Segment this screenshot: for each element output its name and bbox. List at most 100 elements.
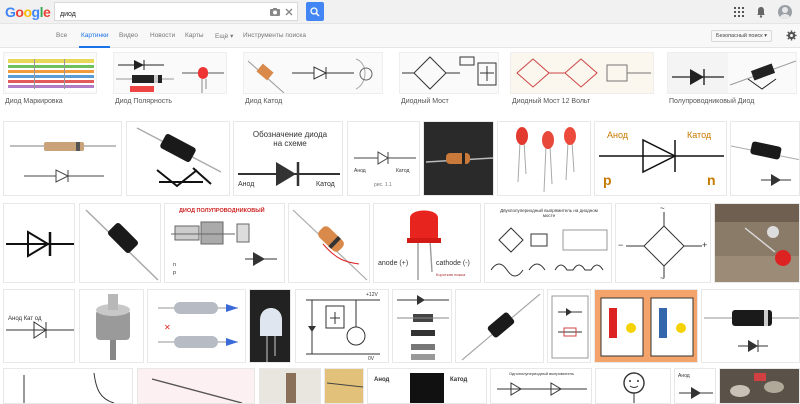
camera-icon[interactable] (269, 6, 281, 18)
logo-letter-g: G (5, 4, 16, 20)
thumb-caption: Короткая ножка (436, 272, 466, 277)
image-result[interactable] (324, 368, 364, 404)
ac-symbol: ~ (660, 204, 665, 213)
anode-label: Анод (374, 377, 390, 383)
thumb-caption: Анод Кат од (8, 316, 42, 322)
thumb-caption: Однополупериодный выпрямитель (509, 371, 574, 376)
tab-more[interactable]: Ещё ▾ (215, 32, 233, 40)
image-result[interactable]: Двухполупериодный выпрямитель на диодном… (484, 203, 612, 283)
n-region-label: n (173, 262, 177, 268)
image-result[interactable]: Анод Катод рис. 1.1 (347, 121, 420, 196)
safesearch-dropdown[interactable]: Безопасный поиск ▾ (711, 30, 772, 42)
tab-video[interactable]: Видео (119, 32, 138, 39)
image-result[interactable] (714, 203, 800, 283)
tab-search-tools[interactable]: Инструменты поиска (243, 32, 306, 39)
voltage-label: +12V (366, 292, 378, 298)
ac-symbol: ~ (660, 274, 665, 283)
chip-image (399, 52, 499, 94)
logo-letter-e: e (42, 4, 51, 20)
cathode-label: cathode (-) (436, 260, 470, 267)
image-result[interactable] (497, 121, 591, 196)
image-result[interactable] (701, 289, 800, 363)
thumb-caption: Обозначение диода на схеме (252, 130, 328, 148)
clear-icon[interactable] (283, 6, 295, 18)
minus-symbol: − (618, 240, 624, 250)
figure-caption: рис. 1.1 (374, 182, 392, 188)
chip-image (113, 52, 227, 94)
anode-label: Анод (678, 373, 690, 379)
image-result[interactable] (79, 203, 161, 283)
image-result[interactable] (126, 121, 230, 196)
image-result[interactable]: Анод Кат од (3, 289, 75, 363)
image-result[interactable]: Анод Катод p n (594, 121, 727, 196)
image-result[interactable]: Анод (674, 368, 716, 404)
active-tab-indicator (79, 46, 110, 48)
search-button[interactable] (306, 2, 324, 21)
tab-news[interactable]: Новости (150, 32, 175, 39)
chip-label: Диод Полярность (115, 98, 173, 105)
image-result[interactable] (392, 289, 452, 363)
chip-label: Диод Катод (245, 98, 283, 105)
chip-image (3, 52, 97, 94)
image-result[interactable] (595, 368, 671, 404)
anode-label: anode (+) (378, 260, 409, 267)
anode-label: Анод (238, 181, 255, 188)
image-result[interactable]: ~ ~ − + (615, 203, 711, 283)
avatar[interactable] (778, 5, 792, 19)
image-result[interactable]: anode (+) cathode (-) Короткая ножка (373, 203, 481, 283)
tab-all[interactable]: Все (56, 32, 67, 39)
chip-image (243, 52, 383, 94)
image-result[interactable] (137, 368, 255, 404)
image-result[interactable] (547, 289, 591, 363)
logo-letter-o1: o (15, 4, 24, 20)
image-result[interactable] (288, 203, 370, 283)
chip-label: Диодный Мост 12 Вольт (512, 98, 591, 105)
notifications-icon[interactable] (756, 6, 766, 18)
chip-label: Полупроводниковый Диод (669, 98, 755, 105)
chip-label: Диод Маркировка (5, 98, 63, 105)
top-bar: G o o g l e (0, 0, 800, 24)
tab-images[interactable]: Картинки (81, 32, 109, 39)
search-icon (310, 6, 320, 17)
image-result[interactable]: +12V 0V (295, 289, 389, 363)
image-result[interactable] (79, 289, 144, 363)
cathode-label: Катод (316, 181, 335, 188)
image-result[interactable] (3, 368, 133, 404)
logo-letter-g2: g (31, 4, 41, 20)
image-result[interactable] (594, 289, 698, 363)
svg-text:✕: ✕ (164, 323, 171, 332)
chip-image (510, 52, 654, 94)
cathode-label: Катод (396, 168, 410, 174)
chip-image (667, 52, 797, 94)
cathode-label: Катод (687, 130, 712, 140)
tab-maps[interactable]: Карты (185, 32, 204, 39)
thumb-caption: ДИОД ПОЛУПРОВОДНИКОВЫЙ (179, 208, 265, 214)
logo-letter-o2: o (23, 4, 32, 20)
gear-icon[interactable] (786, 30, 797, 41)
chip-label: Диодный Мост (401, 98, 449, 105)
image-result[interactable]: ДИОД ПОЛУПРОВОДНИКОВЫЙ n p (164, 203, 285, 283)
image-result[interactable] (259, 368, 321, 404)
image-result[interactable] (249, 289, 291, 363)
n-region-label: n (707, 172, 716, 188)
image-result[interactable]: ✕ (147, 289, 246, 363)
plus-symbol: + (702, 240, 708, 250)
image-result[interactable] (3, 203, 75, 283)
image-result[interactable] (3, 121, 122, 196)
search-tabs: Все Картинки Видео Новости Карты Ещё ▾ И… (0, 24, 800, 48)
anode-label: Анод (354, 168, 366, 174)
image-result[interactable]: Обозначение диода на схеме Анод Катод (233, 121, 343, 196)
p-region-label: p (603, 172, 612, 188)
p-region-label: p (173, 270, 177, 276)
image-result[interactable] (730, 121, 800, 196)
image-result[interactable] (423, 121, 494, 196)
apps-grid-icon[interactable] (734, 7, 744, 17)
image-result[interactable] (719, 368, 800, 404)
search-input[interactable] (55, 6, 255, 23)
google-logo[interactable]: G o o g l e (5, 4, 51, 20)
image-result[interactable]: Однополупериодный выпрямитель (490, 368, 592, 404)
image-result[interactable] (455, 289, 544, 363)
thumb-caption: Двухполупериодный выпрямитель на диодном… (500, 208, 598, 218)
anode-label: Анод (607, 130, 629, 140)
image-result[interactable]: Анод Катод (367, 368, 487, 404)
